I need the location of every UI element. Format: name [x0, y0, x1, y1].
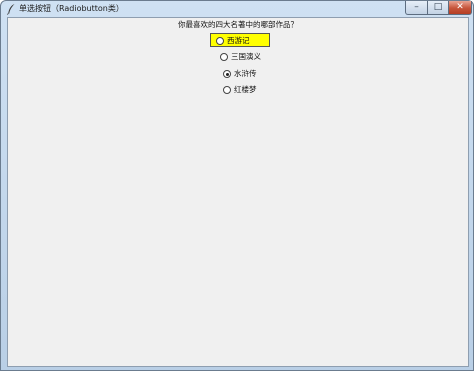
radio-option-shuihuzhuan[interactable]: 水浒传: [221, 67, 265, 81]
radio-circle[interactable]: [220, 53, 228, 61]
app-window: 单选按钮（Radiobutton类） – □ ✕ 你最喜欢的四大名著中的哪部作品…: [0, 0, 474, 371]
radio-label: 红楼梦: [234, 85, 257, 94]
radio-label: 三国演义: [231, 52, 261, 61]
radio-circle-checked[interactable]: [223, 70, 231, 78]
close-button[interactable]: ✕: [448, 1, 472, 15]
title-bar[interactable]: 单选按钮（Radiobutton类） – □ ✕: [1, 1, 473, 17]
radio-label: 西游记: [227, 36, 250, 45]
question-label: 你最喜欢的四大名著中的哪部作品？: [178, 20, 298, 29]
radio-label: 水浒传: [234, 69, 257, 78]
radio-option-xiyouji[interactable]: 西游记: [210, 33, 270, 47]
maximize-button[interactable]: □: [427, 1, 449, 15]
window-title: 单选按钮（Radiobutton类）: [19, 4, 124, 13]
radio-option-sanguoyanyi[interactable]: 三国演义: [218, 50, 268, 64]
client-area: 你最喜欢的四大名著中的哪部作品？ 西游记 三国演义 水浒传 红楼梦: [7, 17, 469, 367]
radio-circle[interactable]: [223, 86, 231, 94]
feather-icon: [7, 4, 15, 15]
radio-option-hongloumeng[interactable]: 红楼梦: [221, 83, 265, 97]
radio-circle[interactable]: [216, 37, 224, 45]
minimize-button[interactable]: –: [405, 1, 428, 15]
